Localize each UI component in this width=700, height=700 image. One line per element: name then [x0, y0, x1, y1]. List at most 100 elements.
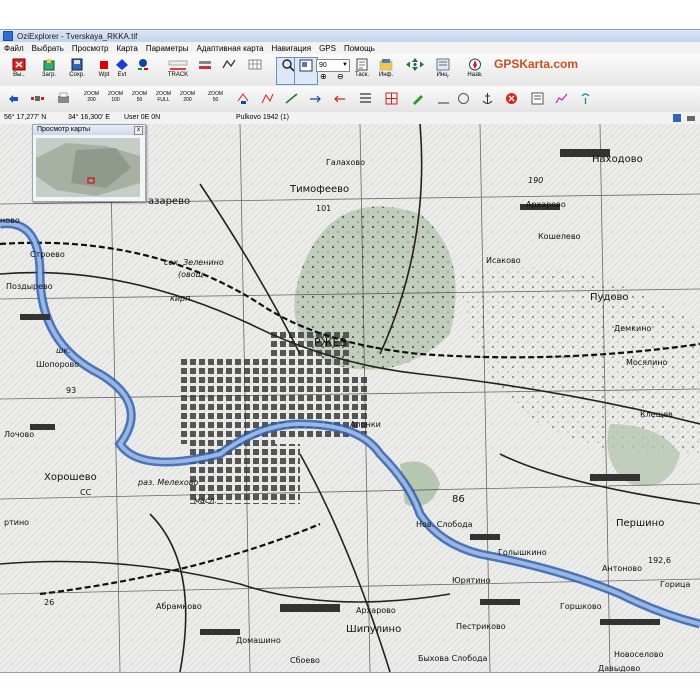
menu-select[interactable]: Выбрать — [28, 44, 68, 53]
route-button[interactable] — [132, 57, 154, 83]
properties-button[interactable] — [530, 91, 545, 106]
zoom-full-label: ZOOM FULL — [156, 91, 171, 103]
map-tools-icon — [222, 59, 236, 69]
map-label-zelenino: сех. Зеленино — [164, 258, 224, 267]
overview-title-bar[interactable]: Просмотр карты x — [33, 125, 145, 135]
anchor-button[interactable] — [480, 91, 495, 106]
menu-parameters[interactable]: Параметры — [142, 44, 193, 53]
menu-help[interactable]: Помощь — [340, 44, 379, 53]
save-small-icon[interactable] — [672, 113, 682, 123]
gps-routes-button[interactable] — [260, 91, 275, 106]
zoom-50b-button[interactable]: ZOOM 50 — [208, 91, 223, 106]
map-label-nov-sloboda: Нов. Слобода — [416, 520, 473, 529]
zoom-100-button[interactable]: ZOOM 100 — [108, 91, 123, 106]
map-label-masl: масл. — [194, 496, 217, 505]
map-label-meleshovo: раз. Мелехово — [138, 478, 199, 487]
map-label-strojevo: Строево — [30, 250, 65, 259]
title-bar: OziExplorer - Tverskaya_RKKA.tif — [0, 30, 700, 42]
zoom-in-button[interactable]: ⊕ — [320, 72, 327, 81]
overview-thumbnail[interactable] — [36, 138, 140, 197]
gpskarta-brand: GPSKarta.com — [494, 57, 579, 71]
back-button[interactable] — [6, 91, 21, 106]
map-canvas[interactable]: РЖЕВ Тимофеево Галахово Находово Архаров… — [0, 124, 700, 672]
save-button[interactable]: Сохр. — [66, 57, 88, 83]
zoom-full-button[interactable]: ZOOM FULL — [156, 91, 171, 106]
datum-readout: Pulkovo 1942 (1) — [236, 114, 289, 121]
move-map-button[interactable] — [402, 57, 428, 83]
exit-button[interactable]: Вы.. — [8, 57, 30, 83]
gps-connect-button[interactable] — [30, 91, 45, 106]
menu-map[interactable]: Карта — [112, 44, 141, 53]
gps-receive-icon — [334, 95, 345, 103]
map-overview-window[interactable]: Просмотр карты x — [32, 124, 146, 202]
gps-track-button[interactable] — [284, 91, 299, 106]
gps-send-button[interactable] — [308, 91, 323, 106]
map-label-pudovo: Пудово — [590, 292, 629, 303]
names-button[interactable] — [358, 91, 373, 106]
zoom-200-button[interactable]: ZOOM 200 — [84, 91, 99, 106]
menu-navigation[interactable]: Навигация — [268, 44, 316, 53]
map-label-khoroshevo: Хорошево — [44, 472, 97, 483]
app-icon — [3, 31, 13, 41]
print-button[interactable] — [56, 91, 71, 106]
menu-file[interactable]: Файл — [0, 44, 28, 53]
nav-button[interactable]: Назв. — [464, 57, 486, 83]
map-label-aponki: Апонки — [350, 420, 381, 429]
overview-close-button[interactable]: x — [134, 126, 143, 135]
gps-receive-button[interactable] — [332, 91, 347, 106]
stop-icon — [506, 93, 517, 104]
map-label-yurtatino: Юрятино — [452, 576, 491, 585]
map-label-timofeevo: Тимофеево — [290, 184, 350, 195]
info2-button[interactable]: Инц. — [432, 57, 454, 83]
info-button[interactable]: Инф. — [375, 57, 397, 83]
chevron-down-icon: ▼ — [342, 62, 348, 68]
zoom-level-value: 90 — [319, 62, 327, 69]
clear-button[interactable] — [436, 91, 451, 106]
map-label-isakovo: Исаково — [486, 256, 521, 265]
map-tools-button[interactable] — [218, 57, 240, 83]
zoom-level-select[interactable]: 90 ▼ — [316, 59, 350, 72]
zoom-in-out-controls: ⊕ ⊖ — [320, 72, 344, 81]
map-label-ovosh: (овощ — [178, 270, 204, 279]
map-label-lazarevo: азарево — [148, 196, 191, 207]
track-button[interactable]: TRACK — [164, 57, 192, 83]
print-small-icon[interactable] — [686, 113, 696, 123]
stop-button[interactable] — [504, 91, 519, 106]
menu-view[interactable]: Просмотр — [68, 44, 113, 53]
zoom-out-button[interactable]: ⊖ — [337, 72, 344, 81]
map-label-lovo: ново — [0, 216, 20, 225]
map-label-kirp: кирп. — [170, 294, 193, 303]
profile-button[interactable] — [554, 91, 569, 106]
exit-label: Вы.. — [13, 72, 25, 78]
map-label-elevation-86: 86 — [452, 494, 465, 505]
map-label-davydovo: Давыдово — [598, 664, 641, 672]
map-image — [0, 124, 700, 672]
info-icon — [379, 59, 393, 71]
map-label-otino: ртино — [4, 518, 30, 527]
gps-signal-button[interactable] — [578, 91, 593, 106]
event-button[interactable]: Evt — [111, 57, 133, 83]
task-button[interactable]: Таск. — [351, 57, 373, 83]
grid-lines-button[interactable] — [384, 91, 399, 106]
load-button[interactable]: Загр. — [38, 57, 60, 83]
gps-waypoint-icon — [237, 93, 249, 104]
menu-gps[interactable]: GPS — [315, 44, 340, 53]
compass-icon — [469, 58, 481, 71]
face-button[interactable] — [456, 91, 471, 106]
map-grid-button[interactable] — [244, 57, 266, 83]
draw-button[interactable] — [410, 91, 425, 106]
zoom-50-button[interactable]: ZOOM 50 — [132, 91, 147, 106]
map-label-arharovo-south: Архарово — [356, 606, 396, 615]
menu-adaptive-map[interactable]: Адаптивная карта — [193, 44, 268, 53]
zoom-200b-button[interactable]: ZOOM 200 — [180, 91, 195, 106]
map-view-button[interactable] — [294, 57, 318, 85]
map-label-demkino: Демкино — [614, 324, 652, 333]
map-label-galahovo: Галахово — [326, 158, 366, 167]
track-tools-button[interactable] — [196, 57, 214, 83]
task-label: Таск. — [354, 72, 370, 78]
gps-waypoints-button[interactable] — [236, 91, 251, 106]
menu-bar: Файл Выбрать Просмотр Карта Параметры Ад… — [0, 42, 700, 54]
overview-map-image — [36, 138, 140, 197]
zoom-50-label: ZOOM 50 — [132, 91, 147, 103]
map-label-goroshkovo: Горшково — [560, 602, 602, 611]
